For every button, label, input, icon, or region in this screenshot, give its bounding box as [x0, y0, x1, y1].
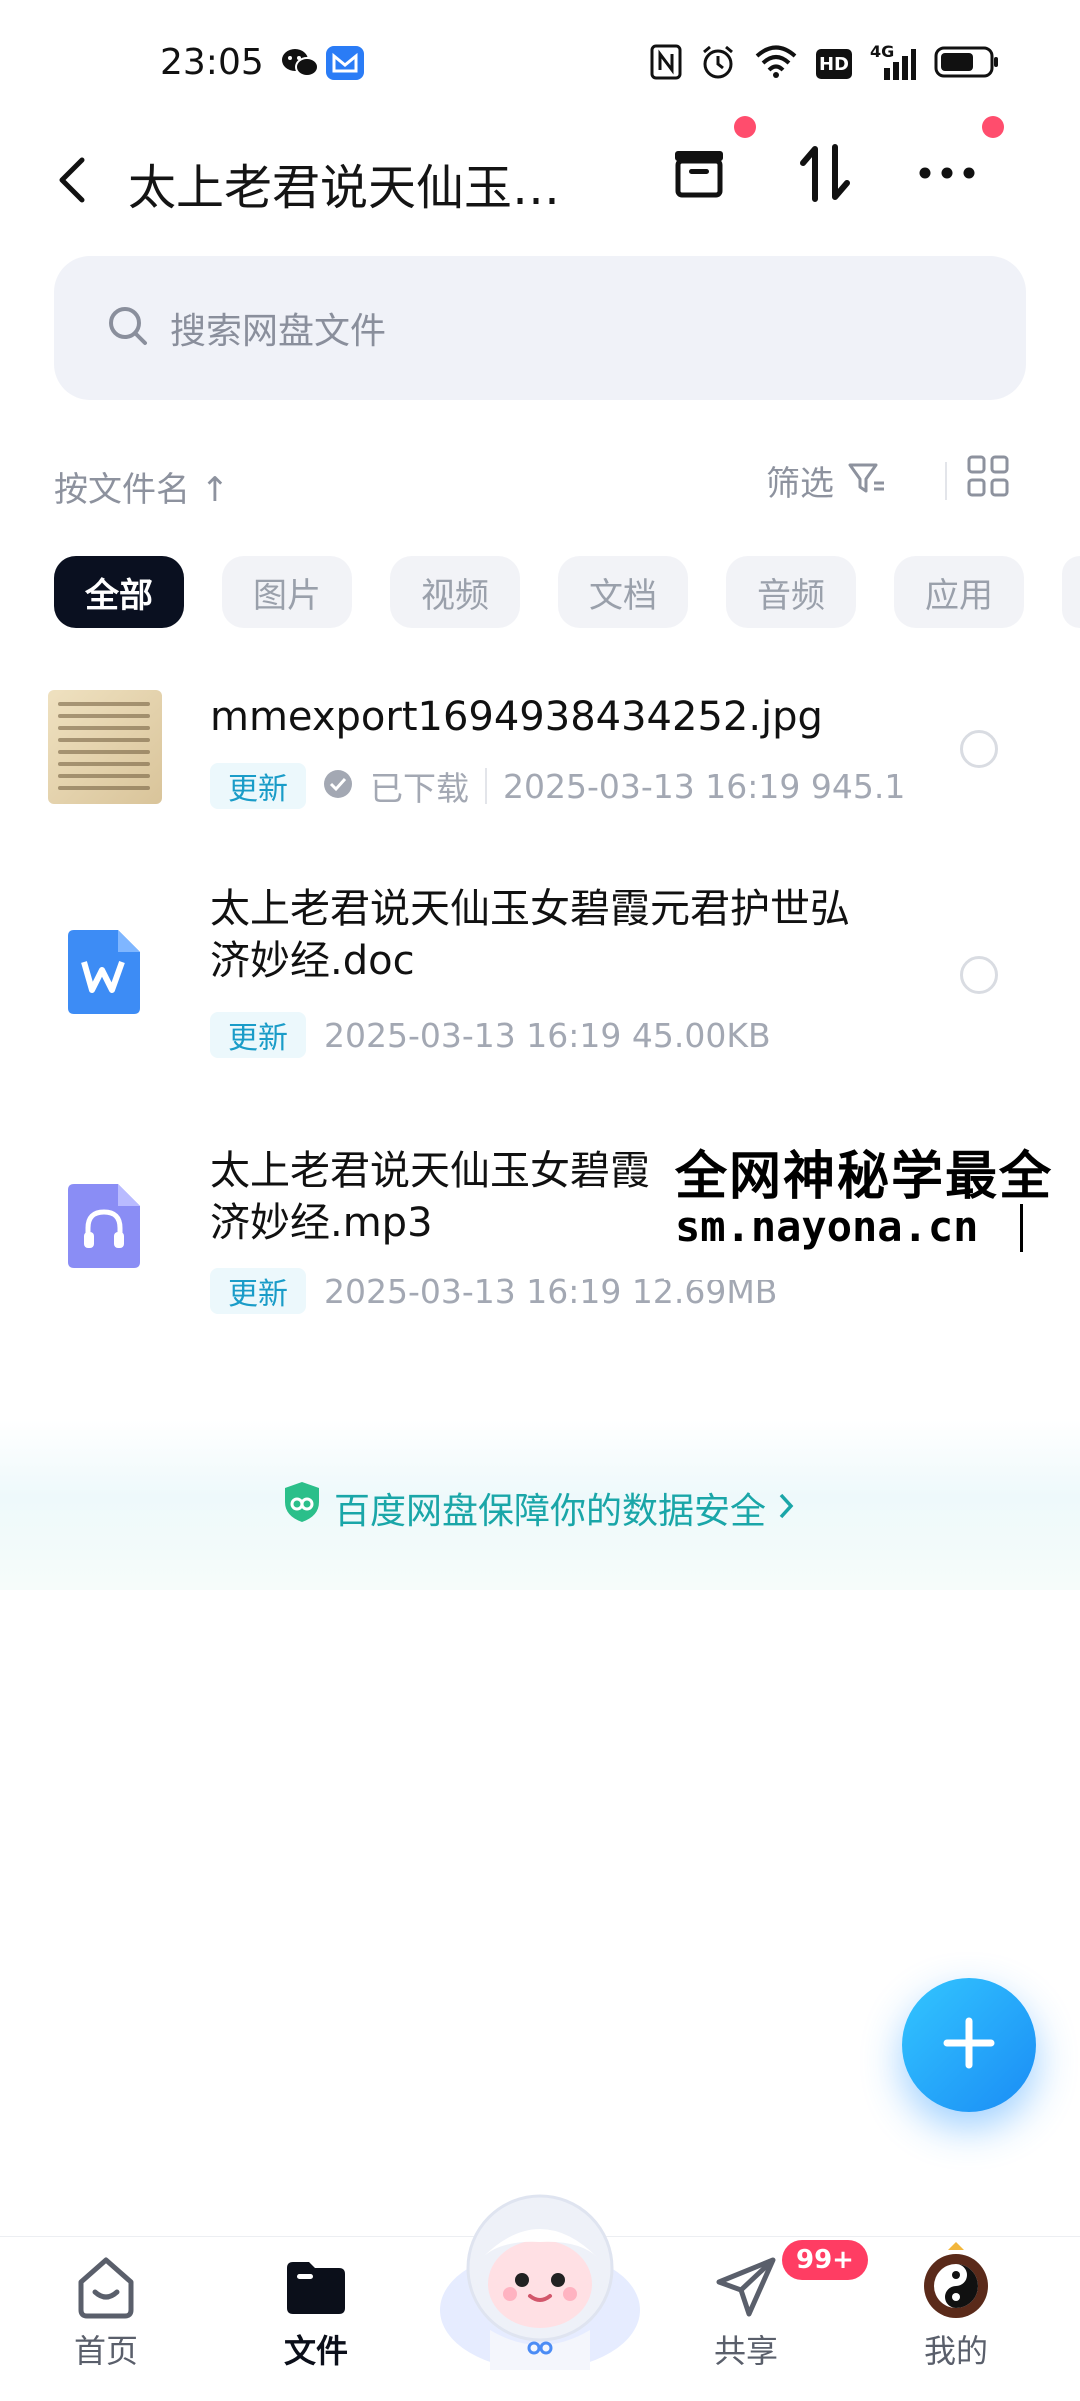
sort-button[interactable]	[790, 140, 860, 210]
archive-icon	[669, 143, 729, 207]
shield-icon	[282, 1480, 322, 1528]
mail-app-icon	[326, 46, 364, 80]
mascot-avatar-button[interactable]	[430, 2180, 650, 2370]
security-banner-link[interactable]: 百度网盘保障你的数据安全	[334, 1482, 796, 1534]
chip-images[interactable]: 图片	[222, 556, 352, 628]
chevron-right-icon	[776, 1490, 796, 1526]
watermark-line1: 全网神秘学最全	[675, 1147, 1054, 1207]
security-banner-text: 百度网盘保障你的数据安全	[334, 1491, 767, 1532]
chip-videos[interactable]: 视频	[390, 556, 520, 628]
paper-plane-icon	[711, 2252, 781, 2326]
page-title: 太上老君说天仙玉…	[128, 160, 561, 216]
select-radio[interactable]	[960, 956, 998, 994]
nav-home-label: 首页	[73, 2332, 138, 2370]
filter-icon	[846, 459, 888, 503]
downloaded-check-icon	[322, 768, 354, 804]
sort-arrows-icon	[795, 141, 855, 209]
downloaded-label: 已下载	[370, 769, 469, 808]
filter-label: 筛选	[766, 464, 834, 504]
file-name-line2: 济妙经.doc	[210, 938, 415, 984]
file-row-doc[interactable]: 太上老君说天仙玉女碧霞元君护世弘 济妙经.doc 更新 2025-03-13 1…	[0, 870, 1080, 1070]
nav-home[interactable]: 首页	[36, 2252, 176, 2372]
chip-all[interactable]: 全部	[54, 556, 184, 628]
notification-dot	[982, 116, 1004, 138]
divider	[945, 462, 947, 500]
watermark-line2: sm.nayona.cn	[675, 1202, 979, 1251]
archive-button[interactable]	[664, 140, 734, 210]
filter-button[interactable]: 筛选	[766, 456, 888, 505]
status-icons: HD 4G	[650, 42, 1000, 84]
nav-files[interactable]: 文件	[246, 2252, 386, 2372]
home-icon	[71, 2252, 141, 2326]
status-time: 23:05	[160, 42, 264, 83]
nav-profile-label: 我的	[923, 2332, 988, 2370]
grid-icon	[966, 455, 1010, 502]
search-input[interactable]: 搜索网盘文件	[54, 256, 1026, 400]
meta-divider	[485, 768, 487, 804]
file-row-jpg[interactable]: mmexport1694938434252.jpg 更新 已下载 2025-03…	[0, 660, 1080, 840]
grid-view-button[interactable]	[966, 454, 1010, 502]
signal-icon: 4G	[870, 42, 916, 82]
add-button[interactable]	[902, 1978, 1036, 2112]
word-doc-icon	[68, 930, 140, 1018]
select-radio[interactable]	[960, 730, 998, 768]
file-meta-text: 2025-03-13 16:19 45.00KB	[324, 1015, 771, 1055]
nav-profile[interactable]: 我的	[886, 2240, 1026, 2372]
file-meta: 更新 2025-03-13 16:19 45.00KB	[210, 1012, 771, 1058]
more-icon	[917, 163, 977, 187]
plus-icon	[939, 2013, 999, 2077]
chip-documents[interactable]: 文档	[558, 556, 688, 628]
share-count-badge: 99+	[782, 2240, 868, 2280]
hd-icon: HD	[816, 49, 852, 79]
text-cursor	[1020, 1204, 1023, 1252]
alarm-icon	[700, 44, 736, 84]
nfc-icon	[650, 44, 682, 84]
update-badge: 更新	[210, 1012, 306, 1058]
file-meta: 更新 已下载 2025-03-13 16:19 945.1	[210, 762, 905, 810]
wifi-icon	[754, 45, 798, 83]
back-button[interactable]	[52, 150, 92, 210]
battery-icon	[934, 45, 1000, 83]
folder-icon	[281, 2252, 351, 2326]
update-badge: 更新	[210, 763, 306, 809]
nav-files-label: 文件	[283, 2332, 348, 2370]
audio-file-icon	[68, 1184, 140, 1272]
more-button[interactable]	[912, 140, 982, 210]
file-name-line1: 太上老君说天仙玉女碧霞	[210, 1148, 650, 1194]
chip-audio[interactable]: 音频	[726, 556, 856, 628]
wechat-icon	[280, 46, 320, 84]
image-thumbnail	[48, 690, 162, 804]
network-type: 4G	[870, 42, 895, 61]
chip-apps[interactable]: 应用	[894, 556, 1024, 628]
update-badge: 更新	[210, 1268, 306, 1314]
file-meta-text: 2025-03-13 16:19 945.1	[503, 766, 906, 806]
chip-more-partial[interactable]	[1062, 556, 1080, 628]
profile-avatar-icon	[918, 2240, 994, 2326]
nav-share-label: 共享	[713, 2332, 778, 2370]
file-name-line1: 太上老君说天仙玉女碧霞元君护世弘	[210, 886, 850, 932]
file-name: mmexport1694938434252.jpg	[210, 694, 823, 740]
sort-by-name-button[interactable]: 按文件名 ↑	[54, 462, 229, 511]
search-placeholder: 搜索网盘文件	[170, 311, 387, 352]
notification-dot	[734, 116, 756, 138]
file-name-line2: 济妙经.mp3	[210, 1200, 433, 1246]
search-icon	[106, 304, 150, 352]
